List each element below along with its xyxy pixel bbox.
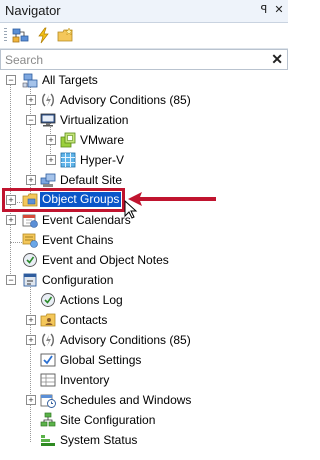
toolbar-grip[interactable] [4, 28, 7, 43]
tree-node-label: All Targets [42, 73, 98, 87]
inventory-icon [40, 373, 56, 387]
calendar-icon [22, 214, 38, 228]
navigator-tree: − All Targets + Advisory Conditions (85)… [0, 68, 288, 460]
search-clear-icon[interactable]: ✕ [271, 51, 283, 67]
advisory-conditions-icon [42, 93, 54, 107]
navigator-toolbar [0, 23, 288, 49]
tree-node-actions-log[interactable]: Actions Log [0, 290, 288, 310]
panel-title: Navigator [5, 3, 61, 18]
notes-icon [23, 253, 37, 267]
network-topology-icon[interactable] [12, 27, 29, 44]
expand-icon[interactable]: + [26, 95, 36, 105]
tree-node-label: Inventory [60, 373, 110, 387]
tree-node-label: Advisory Conditions (85) [60, 93, 191, 107]
tree-node-label: System Status [60, 433, 138, 447]
event-chain-icon [22, 233, 38, 248]
tree-node-label: Configuration [42, 273, 114, 287]
tree-node-system-status[interactable]: System Status [0, 430, 288, 450]
contacts-icon [40, 313, 56, 327]
expand-icon[interactable]: + [26, 335, 36, 345]
all-targets-icon [22, 73, 38, 88]
collapse-icon[interactable]: − [26, 115, 36, 125]
tree-node-label: Event Calendars [42, 213, 131, 227]
tree-node-site-configuration[interactable]: Site Configuration [0, 410, 288, 430]
close-icon[interactable]: ✕ [272, 3, 286, 17]
actions-log-icon [41, 293, 55, 307]
tree-node-all-targets[interactable]: − All Targets [0, 70, 288, 90]
tree-node-inventory[interactable]: Inventory [0, 370, 288, 390]
tree-node-hyper-v[interactable]: + Hyper-V [0, 150, 288, 170]
hyperv-icon [60, 152, 76, 168]
tree-node-label: Site Configuration [60, 413, 156, 427]
tree-node-schedules-and-windows[interactable]: + Schedules and Windows [0, 390, 288, 410]
schedule-icon [40, 394, 56, 408]
tree-node-label: Actions Log [60, 293, 123, 307]
navigator-title-bar: Navigator ꟼ ✕ [0, 0, 288, 23]
search-box: ✕ [0, 49, 288, 70]
site-icon [40, 173, 56, 187]
tree-node-event-and-object-notes[interactable]: Event and Object Notes [0, 250, 288, 270]
tree-node-label: Contacts [60, 313, 108, 327]
expand-icon[interactable]: + [26, 315, 36, 325]
tree-node-default-site[interactable]: + Default Site [0, 170, 288, 190]
highlight-box [2, 188, 125, 212]
tree-node-advisory-conditions-config[interactable]: + Advisory Conditions (85) [0, 330, 288, 350]
tree-node-advisory-conditions[interactable]: + Advisory Conditions (85) [0, 90, 288, 110]
tree-node-configuration[interactable]: − Configuration [0, 270, 288, 290]
lightning-icon[interactable] [35, 27, 52, 44]
expand-icon[interactable]: + [46, 155, 56, 165]
collapse-icon[interactable]: − [6, 275, 16, 285]
folder-star-icon[interactable] [57, 27, 74, 44]
monitor-icon [40, 113, 56, 127]
vmware-icon [60, 132, 76, 148]
tree-node-virtualization[interactable]: − Virtualization [0, 110, 288, 130]
pin-icon[interactable]: ꟼ [257, 3, 271, 17]
tree-node-global-settings[interactable]: Global Settings [0, 350, 288, 370]
collapse-icon[interactable]: − [6, 75, 16, 85]
tree-node-label: Schedules and Windows [60, 393, 192, 407]
expand-icon[interactable]: + [26, 175, 36, 185]
tree-node-label: Advisory Conditions (85) [60, 333, 191, 347]
global-settings-icon [40, 353, 56, 367]
expand-icon[interactable]: + [26, 395, 36, 405]
tree-node-event-calendars[interactable]: + Event Calendars [0, 210, 288, 230]
configuration-icon [23, 273, 37, 287]
annotation-arrow-icon [128, 192, 216, 206]
site-configuration-icon [40, 412, 56, 427]
tree-node-vmware[interactable]: + VMware [0, 130, 288, 150]
search-input[interactable] [1, 50, 267, 69]
tree-node-label: Event and Object Notes [42, 253, 169, 267]
expand-icon[interactable]: + [6, 215, 16, 225]
tree-node-contacts[interactable]: + Contacts [0, 310, 288, 330]
tree-node-label: Event Chains [42, 233, 114, 247]
tree-node-label: Global Settings [60, 353, 142, 367]
system-status-icon [41, 435, 55, 446]
advisory-conditions-icon [42, 333, 54, 347]
tree-node-event-chains[interactable]: Event Chains [0, 230, 288, 250]
tree-node-label: Virtualization [60, 113, 129, 127]
tree-node-label: VMware [80, 133, 125, 147]
expand-icon[interactable]: + [46, 135, 56, 145]
tree-node-label: Default Site [60, 173, 123, 187]
tree-node-label: Hyper-V [80, 153, 125, 167]
